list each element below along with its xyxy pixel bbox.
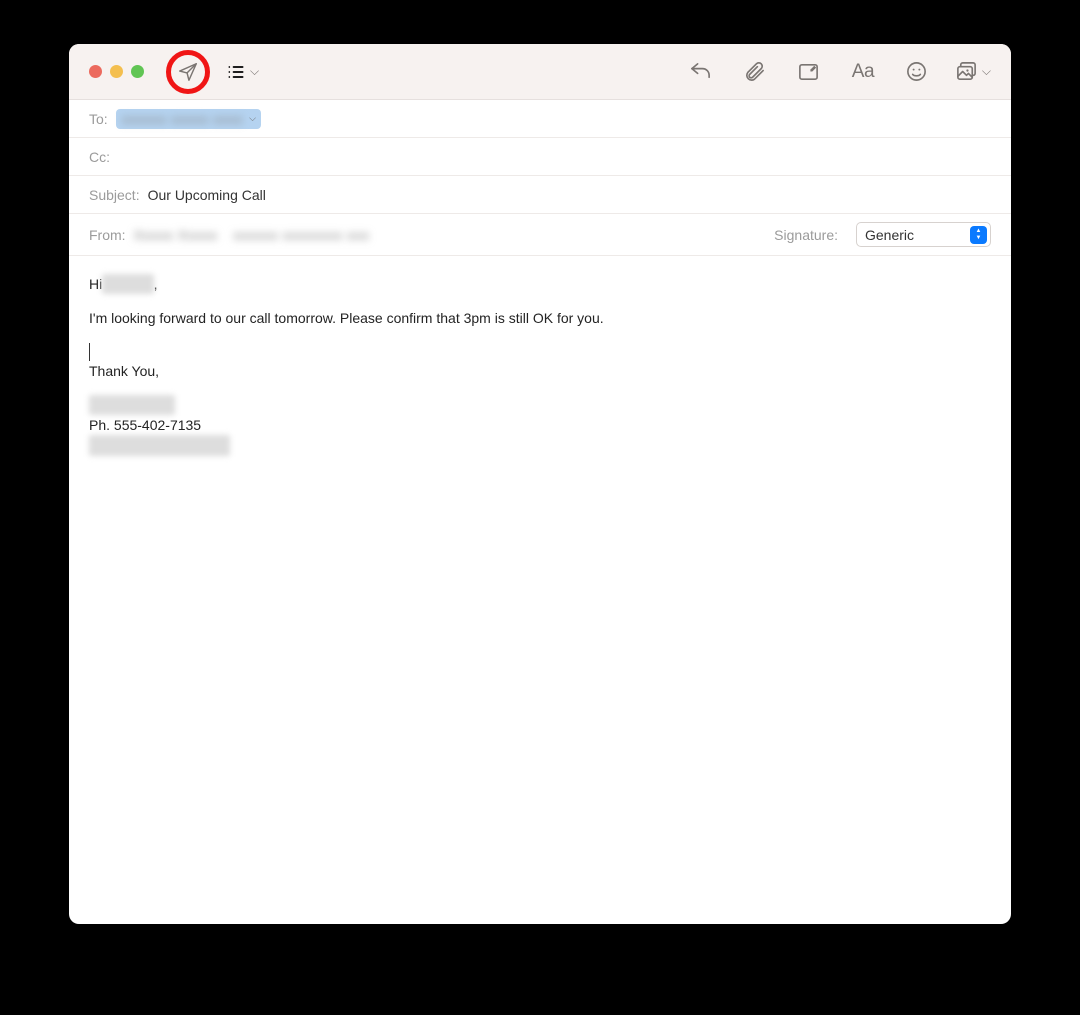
- greeting-line: Hi Xxxxxxx,: [89, 274, 991, 294]
- close-window-button[interactable]: [89, 65, 102, 78]
- subject-input[interactable]: Our Upcoming Call: [148, 187, 991, 203]
- redacted-recipient: xxxxxx xxxxx xxxx: [122, 111, 243, 127]
- redacted-from-name: Xxxxx Xxxxx: [134, 227, 218, 243]
- signature-block: Xxxxx Xxxxxx Ph. 555-402-7135 xxxxxxxx x…: [89, 395, 991, 456]
- markup-icon: [797, 60, 820, 83]
- body-paragraph-1: I'm looking forward to our call tomorrow…: [89, 308, 991, 328]
- titlebar: ⌵ Aa: [69, 44, 1011, 100]
- send-button[interactable]: [172, 61, 204, 83]
- header-fields-menu-button[interactable]: ⌵: [226, 62, 259, 82]
- text-format-icon: Aa: [852, 61, 874, 83]
- toolbar-left: ⌵: [144, 50, 259, 94]
- redacted-signature-name: Xxxxx Xxxxxx: [89, 395, 175, 415]
- subject-field-row[interactable]: Subject: Our Upcoming Call: [69, 176, 1011, 214]
- cc-field-row[interactable]: Cc:: [69, 138, 1011, 176]
- message-body[interactable]: Hi Xxxxxxx, I'm looking forward to our c…: [69, 256, 1011, 474]
- reply-button[interactable]: [685, 60, 717, 83]
- toolbar-right: Aa ⌵: [685, 60, 991, 83]
- paper-plane-icon: [177, 61, 199, 83]
- zoom-window-button[interactable]: [131, 65, 144, 78]
- compose-window: ⌵ Aa: [69, 44, 1011, 924]
- signature-select[interactable]: Generic ▲▼: [856, 222, 991, 247]
- chevron-down-icon[interactable]: ⌵: [249, 113, 256, 124]
- photo-browser-button[interactable]: ⌵: [955, 60, 991, 83]
- emoji-button[interactable]: [901, 60, 933, 83]
- select-stepper-icon: ▲▼: [970, 226, 987, 244]
- text-cursor: [89, 343, 991, 361]
- paperclip-icon: [743, 60, 766, 83]
- signature-value: Generic: [865, 227, 914, 243]
- recipient-chip[interactable]: xxxxxx xxxxx xxxx ⌵: [116, 109, 261, 129]
- signature-label: Signature:: [774, 227, 838, 243]
- greeting-prefix: Hi: [89, 274, 102, 294]
- greeting-suffix: ,: [154, 274, 158, 294]
- window-controls: [89, 65, 144, 78]
- subject-label: Subject:: [89, 187, 140, 203]
- to-field-row[interactable]: To: xxxxxx xxxxx xxxx ⌵: [69, 100, 1011, 138]
- redacted-from-email: xxxxxx xxxxxxxx xxx: [233, 227, 369, 243]
- signature-area: Signature: Generic ▲▼: [774, 222, 991, 247]
- closing-line: Thank You,: [89, 361, 991, 381]
- minimize-window-button[interactable]: [110, 65, 123, 78]
- to-label: To:: [89, 111, 108, 127]
- from-value[interactable]: Xxxxx Xxxxx xxxxxx xxxxxxxx xxx: [134, 227, 370, 243]
- markup-button[interactable]: [793, 60, 825, 83]
- redacted-name: Xxxxxxx: [102, 274, 153, 294]
- format-button[interactable]: Aa: [847, 61, 879, 83]
- chevron-down-icon: ⌵: [982, 64, 991, 79]
- photos-icon: [955, 60, 978, 83]
- from-field-row[interactable]: From: Xxxxx Xxxxx xxxxxx xxxxxxxx xxx Si…: [69, 214, 1011, 256]
- list-icon: [226, 62, 246, 82]
- reply-icon: [689, 60, 712, 83]
- annotation-highlight-circle: [166, 50, 210, 94]
- attach-button[interactable]: [739, 60, 771, 83]
- cc-label: Cc:: [89, 149, 110, 165]
- smiley-icon: [905, 60, 928, 83]
- from-label: From:: [89, 227, 126, 243]
- header-fields: To: xxxxxx xxxxx xxxx ⌵ Cc: Subject: Our…: [69, 100, 1011, 256]
- chevron-down-icon: ⌵: [250, 64, 259, 79]
- redacted-signature-email: xxxxxxxx xxxxxxxx xxx: [89, 435, 230, 455]
- phone-line: Ph. 555-402-7135: [89, 415, 991, 435]
